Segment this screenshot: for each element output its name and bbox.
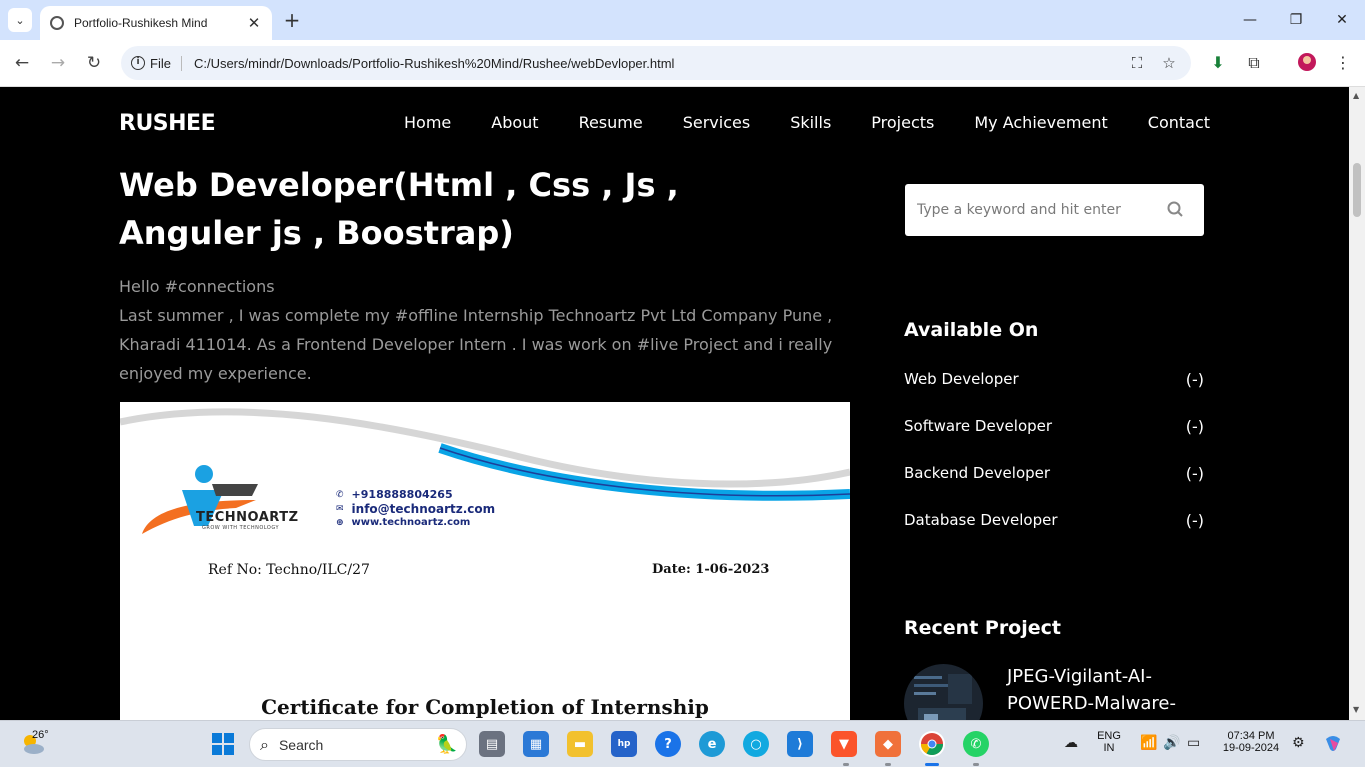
scroll-up-icon[interactable]: ▲	[1353, 91, 1359, 100]
available-item[interactable]: Backend Developer (-)	[904, 464, 1204, 483]
nav-my-achievement[interactable]: My Achievement	[974, 113, 1107, 132]
technoartz-logo-tagline: GROW WITH TECHNOLOGY	[202, 525, 280, 531]
certificate-swoosh	[120, 408, 850, 534]
site-logo[interactable]: RUSHEE	[119, 111, 216, 136]
search-highlight-icon: 🦜	[435, 734, 458, 755]
restore-icon[interactable]: ❐	[1273, 8, 1319, 32]
cert-heading: Certificate for Completion of Internship	[261, 695, 709, 719]
phone-icon: ✆	[336, 489, 344, 500]
copilot-icon[interactable]	[1322, 733, 1344, 759]
cert-phone: ✆ +918888804265	[336, 488, 453, 501]
recent-project-title[interactable]: JPEG-Vigilant-AI-POWERD-Malware-	[1007, 663, 1207, 717]
nav-projects[interactable]: Projects	[871, 113, 934, 132]
available-item[interactable]: Database Developer (-)	[904, 511, 1204, 530]
main-nav: Home About Resume Services Skills Projec…	[404, 113, 1210, 132]
help-icon[interactable]: ?	[655, 731, 681, 757]
myhp-icon[interactable]: hp	[611, 731, 637, 757]
profile-avatar[interactable]	[1296, 52, 1318, 74]
nav-contact[interactable]: Contact	[1148, 113, 1210, 132]
nav-home[interactable]: Home	[404, 113, 451, 132]
post-greeting: Hello #connections	[119, 277, 275, 296]
active-indicator	[925, 763, 939, 766]
reload-icon[interactable]: ↻	[83, 52, 105, 74]
volume-icon[interactable]: 🔊	[1163, 735, 1180, 751]
clock[interactable]: 07:34 PM 19-09-2024	[1218, 730, 1284, 754]
technoartz-logo-text: TECHNOARTZ	[196, 510, 299, 525]
minimize-icon[interactable]: —	[1227, 8, 1273, 32]
recent-project-thumbnail[interactable]	[904, 664, 983, 720]
running-indicator	[885, 763, 891, 766]
search-icon[interactable]	[1166, 200, 1186, 220]
available-on-heading: Available On	[904, 319, 1039, 341]
post-title: Web Developer(Html , Css , Js , Anguler …	[119, 166, 679, 252]
brave-icon[interactable]: ▼	[831, 731, 857, 757]
cert-ref-number: Ref No: Techno/ILC/27	[208, 562, 370, 578]
available-item[interactable]: Software Developer (-)	[904, 417, 1204, 436]
microsoft-store-icon[interactable]: ▦	[523, 731, 549, 757]
close-window-icon[interactable]: ✕	[1319, 8, 1365, 32]
browser-toolbar: ← → ↻ i File C:/Users/mindr/Downloads/Po…	[0, 40, 1365, 87]
download-icon[interactable]: ⬇	[1207, 52, 1229, 74]
bookmark-star-icon[interactable]: ☆	[1159, 53, 1179, 73]
globe-icon	[50, 16, 64, 30]
page-scrollbar[interactable]: ▲ ▼	[1349, 87, 1365, 720]
web-page: RUSHEE Home About Resume Services Skills…	[0, 87, 1349, 720]
cert-date: Date: 1-06-2023	[652, 562, 770, 577]
recent-project-heading: Recent Project	[904, 617, 1061, 639]
nav-services[interactable]: Services	[683, 113, 750, 132]
weather-temperature: 26°	[32, 729, 49, 741]
cert-email: ✉ info@technoartz.com	[336, 502, 496, 516]
app-icon[interactable]: ◆	[875, 731, 901, 757]
task-view-icon[interactable]: ▤	[479, 731, 505, 757]
vscode-icon[interactable]: ⟩	[787, 731, 813, 757]
cortana-icon[interactable]: ○	[743, 731, 769, 757]
onedrive-icon[interactable]: ☁	[1064, 735, 1078, 751]
menu-kebab-icon[interactable]: ⋮	[1332, 52, 1354, 74]
battery-icon[interactable]: ▭	[1187, 735, 1200, 751]
nav-skills[interactable]: Skills	[790, 113, 831, 132]
edge-icon[interactable]: e	[699, 731, 725, 757]
post-paragraph: Last summer , I was complete my #offline…	[119, 306, 833, 383]
search-icon: ⌕	[260, 734, 269, 754]
language-indicator[interactable]: ENG IN	[1094, 730, 1124, 754]
file-explorer-icon[interactable]: ▬	[567, 731, 593, 757]
start-windows-icon[interactable]	[212, 733, 234, 755]
url-text[interactable]: C:/Users/mindr/Downloads/Portfolio-Rushi…	[194, 56, 1127, 71]
back-icon[interactable]: ←	[11, 52, 33, 74]
translate-icon[interactable]: ⛶	[1127, 53, 1147, 73]
email-icon: ✉	[336, 504, 344, 514]
scroll-down-icon[interactable]: ▼	[1353, 705, 1359, 714]
nav-resume[interactable]: Resume	[579, 113, 643, 132]
whatsapp-icon[interactable]: ✆	[963, 731, 989, 757]
taskbar-search[interactable]: ⌕ Search 🦜	[249, 728, 467, 761]
sidebar-search	[905, 184, 1204, 236]
address-bar[interactable]: i File C:/Users/mindr/Downloads/Portfoli…	[121, 46, 1191, 80]
tab-search-dropdown-icon[interactable]: ⌄	[8, 8, 32, 32]
windows-taskbar: 26° ⌕ Search 🦜 ▤ ▦ ▬ hp ? e ○ ⟩ ▼ ◆ ✆ ☁ …	[0, 720, 1365, 767]
post-body: Hello #connections Last summer , I was c…	[119, 272, 839, 388]
scroll-thumb[interactable]	[1353, 163, 1361, 217]
certificate-image: TECHNOARTZ GROW WITH TECHNOLOGY ✆ +91888…	[120, 402, 850, 720]
browser-tab-bar: ⌄ Portfolio-Rushikesh Mind ✕ + — ❐ ✕	[0, 0, 1365, 40]
search-input[interactable]	[917, 202, 1166, 218]
new-tab-icon[interactable]: +	[282, 8, 302, 32]
tab-title: Portfolio-Rushikesh Mind	[74, 16, 208, 30]
file-chip: File	[150, 55, 182, 71]
nav-about[interactable]: About	[491, 113, 538, 132]
chrome-icon[interactable]	[919, 731, 945, 757]
cert-website: ⊕ www.technoartz.com	[336, 517, 471, 528]
info-icon[interactable]: i	[131, 56, 145, 70]
running-indicator	[973, 763, 979, 766]
web-icon: ⊕	[336, 517, 344, 528]
wifi-icon[interactable]: 📶	[1140, 735, 1157, 751]
settings-gear-icon[interactable]: ⚙	[1292, 735, 1305, 751]
available-item[interactable]: Web Developer (-)	[904, 370, 1204, 389]
close-tab-icon[interactable]: ✕	[244, 14, 264, 32]
extensions-icon[interactable]: ⧉	[1243, 52, 1265, 74]
browser-tab[interactable]: Portfolio-Rushikesh Mind ✕	[40, 6, 272, 40]
running-indicator	[843, 763, 849, 766]
forward-icon[interactable]: →	[47, 52, 69, 74]
